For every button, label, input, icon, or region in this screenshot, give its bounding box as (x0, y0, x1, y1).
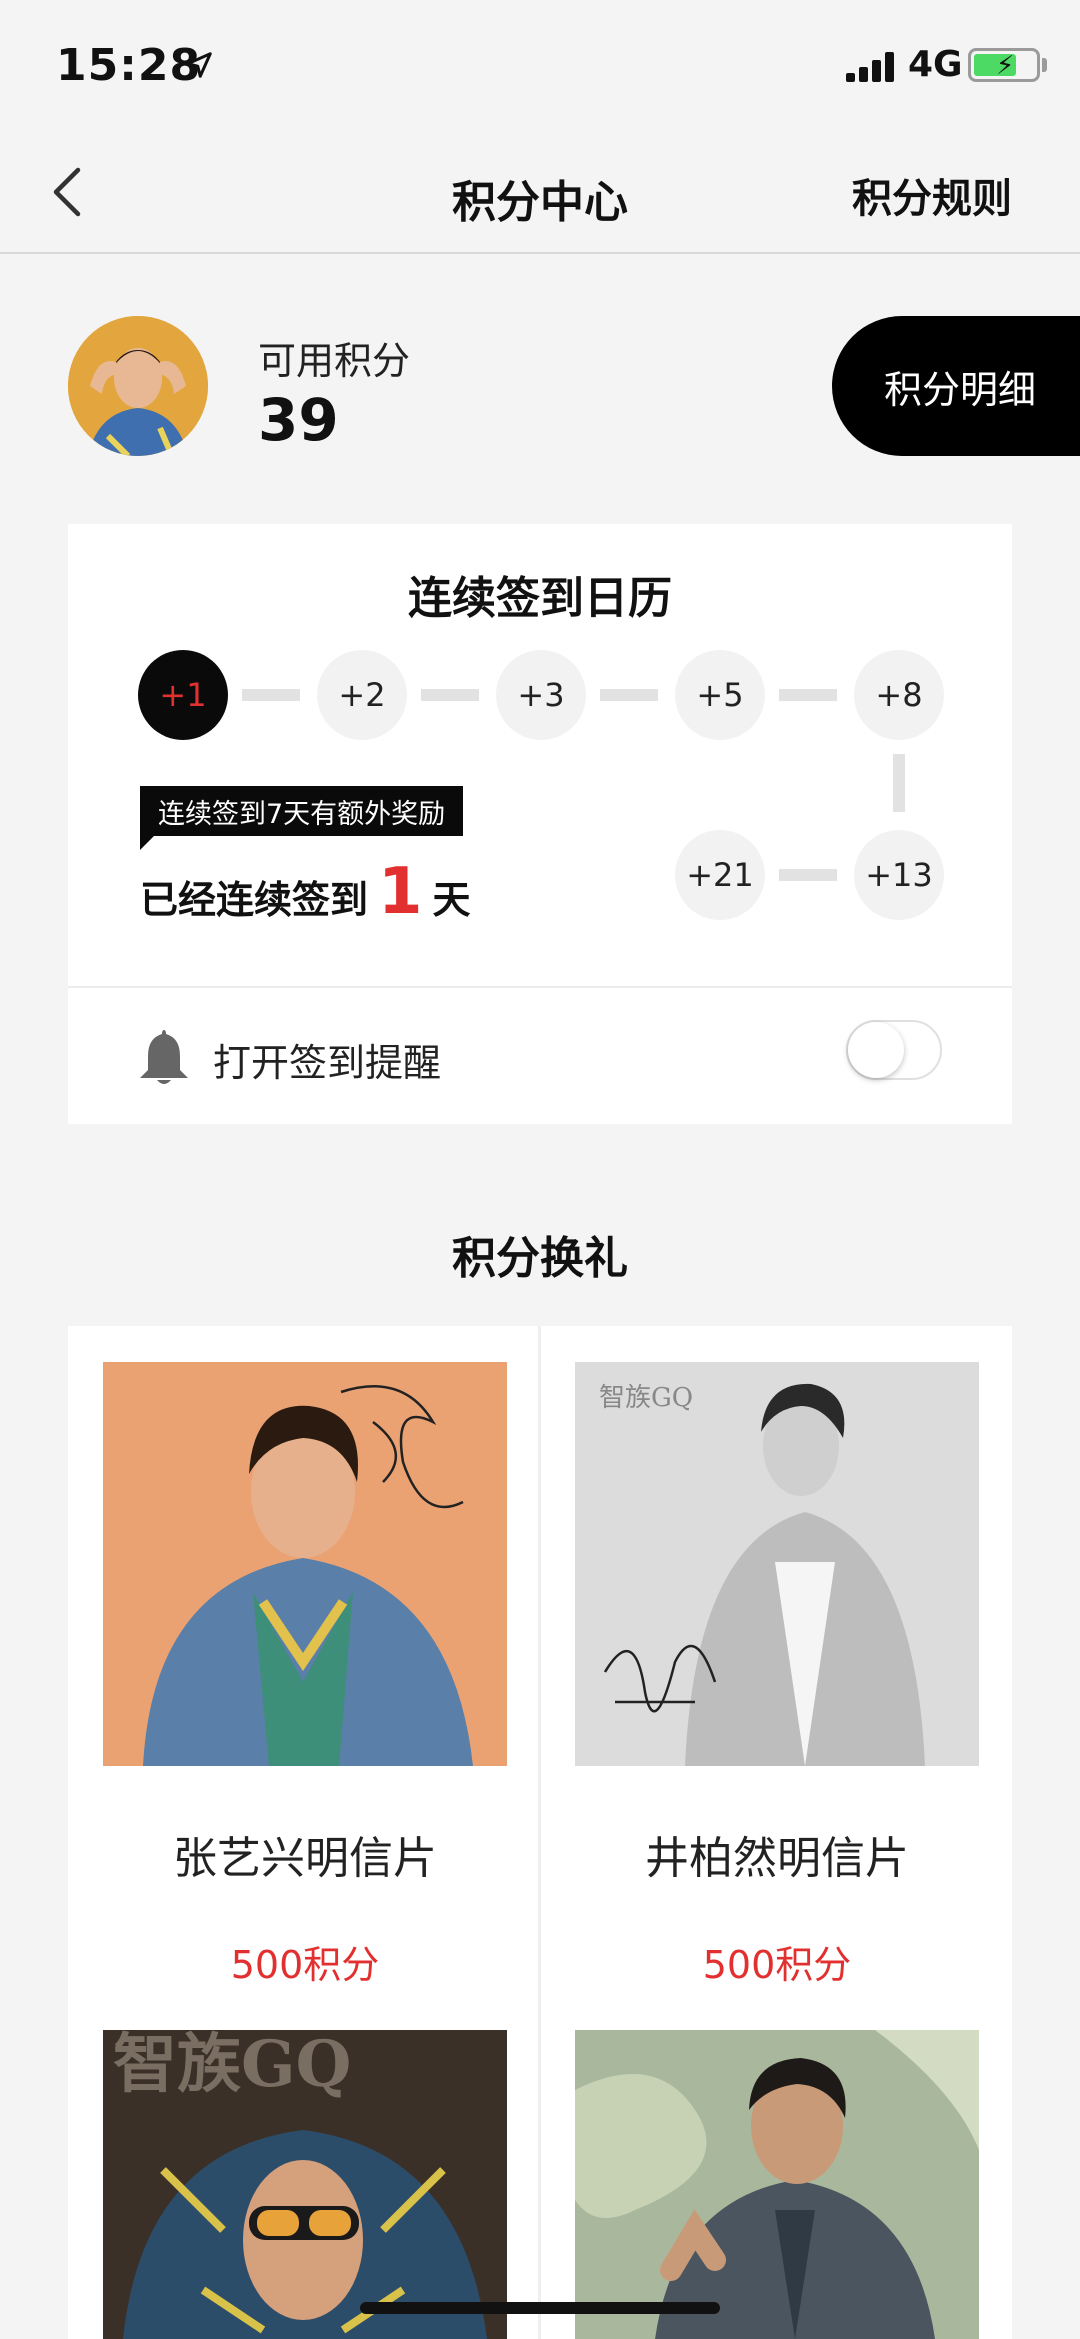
gift-name: 张艺兴明信片 (173, 1833, 437, 1884)
available-points-value: 39 (258, 386, 339, 454)
gift-item-jing-boran-postcard[interactable]: 智族GQ 井柏然明信片 500积分 (575, 1362, 979, 2002)
location-arrow-icon (186, 52, 212, 78)
gift-price: 500积分 (230, 1943, 380, 1987)
streak-text: 已经连续签到 1 天 (140, 860, 471, 924)
bonus-tip: 连续签到7天有额外奖励 (140, 786, 464, 836)
checkin-day-6: +13 (854, 830, 944, 920)
checkin-connector (600, 689, 658, 701)
postcard-image (103, 1362, 507, 1766)
toggle-knob (848, 1022, 904, 1078)
points-rules-link[interactable]: 积分规则 (852, 166, 1012, 224)
gift-name: 井柏然明信片 (645, 1833, 909, 1884)
exchange-section-title: 积分换礼 (452, 1233, 628, 1284)
checkin-day-2: +2 (317, 650, 407, 740)
gift-item[interactable] (575, 2030, 979, 2339)
magazine-logo: 智族GQ (113, 2030, 351, 2102)
gift-price: 500积分 (702, 1943, 852, 1987)
bell-icon (140, 1030, 188, 1084)
nav-bar: 积分中心 积分规则 (0, 130, 1080, 254)
home-indicator[interactable] (360, 2302, 720, 2314)
card-divider (68, 986, 1012, 988)
checkin-calendar-card: 连续签到日历 +1 +2 +3 +5 +8 +13 +21 连续签到7天有额外奖… (68, 524, 1012, 1124)
checkin-connector (421, 689, 479, 701)
magazine-logo: 智族GQ (599, 1383, 693, 1413)
checkin-connector (779, 869, 837, 881)
status-bar: 15:28 4G ⚡ (0, 0, 1080, 130)
available-points-label: 可用积分 (258, 339, 411, 383)
battery-icon: ⚡ (968, 48, 1040, 82)
streak-prefix: 已经连续签到 (140, 878, 369, 922)
avatar (68, 316, 208, 456)
grid-divider (538, 1326, 541, 2339)
exchange-grid: 张艺兴明信片 500积分 智族GQ 井柏然明信片 500积分 智族GQ (68, 1326, 1012, 2339)
checkin-connector (779, 689, 837, 701)
reminder-toggle[interactable] (846, 1020, 942, 1080)
gift-item-zhang-yixing-postcard[interactable]: 张艺兴明信片 500积分 (103, 1362, 507, 2002)
signal-icon (846, 52, 898, 82)
status-time: 15:28 (56, 40, 202, 91)
reminder-label: 打开签到提醒 (213, 1041, 442, 1085)
checkin-day-3: +3 (496, 650, 586, 740)
postcard-image (575, 2030, 979, 2339)
postcard-image: 智族GQ (575, 1362, 979, 1766)
checkin-day-5: +8 (854, 650, 944, 740)
streak-suffix: 天 (432, 878, 471, 922)
checkin-connector (242, 689, 300, 701)
bonus-tip-tail (140, 836, 154, 850)
checkin-connector (893, 754, 905, 812)
postcard-image: 智族GQ (103, 2030, 507, 2339)
checkin-calendar-title: 连续签到日历 (408, 573, 672, 624)
streak-count: 1 (378, 855, 423, 929)
checkin-day-1: +1 (138, 650, 228, 740)
points-detail-button[interactable]: 积分明细 (832, 316, 1080, 456)
network-type: 4G (908, 44, 963, 85)
battery-cap (1042, 58, 1047, 72)
gift-item[interactable]: 智族GQ (103, 2030, 507, 2339)
checkin-day-4: +5 (675, 650, 765, 740)
checkin-day-7: +21 (675, 830, 765, 920)
back-chevron-icon[interactable] (44, 162, 94, 222)
